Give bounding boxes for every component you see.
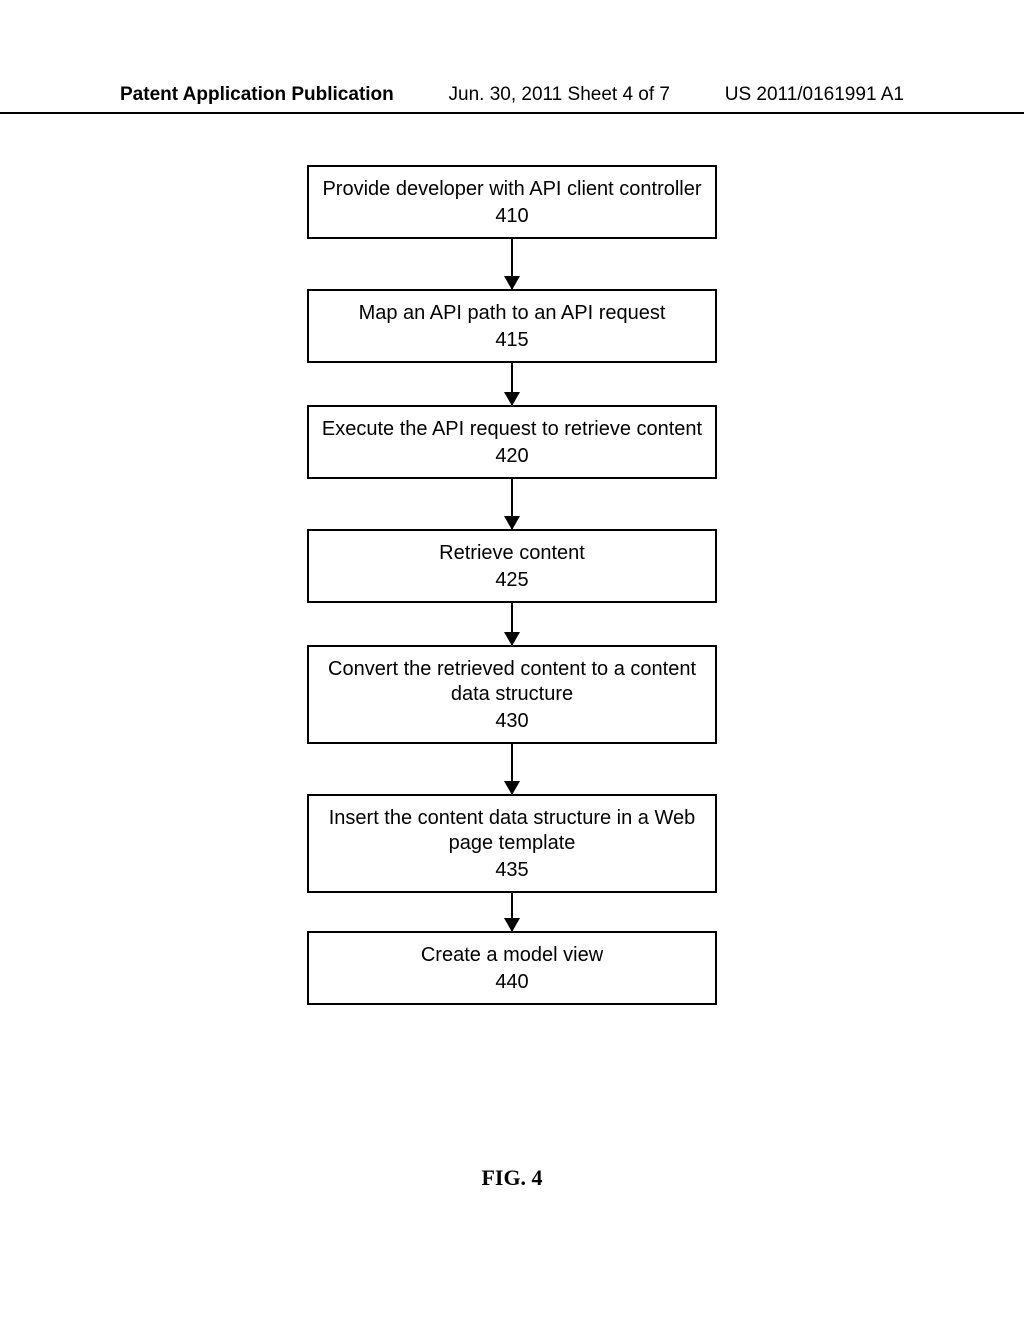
flow-step-num: 410 <box>317 204 707 229</box>
header-pub-number: US 2011/0161991 A1 <box>725 84 904 106</box>
arrow-icon <box>511 239 513 289</box>
figure-label: FIG. 4 <box>0 1165 1024 1191</box>
arrow-icon <box>511 744 513 794</box>
flow-step-425: Retrieve content 425 <box>307 529 717 603</box>
flow-step-text: Create a model view <box>421 944 603 966</box>
flow-step-410: Provide developer with API client contro… <box>307 165 717 239</box>
arrow-icon <box>511 479 513 529</box>
flow-step-text: Insert the content data structure in a W… <box>329 807 696 854</box>
page-header: Patent Application Publication Jun. 30, … <box>0 84 1024 114</box>
flowchart: Provide developer with API client contro… <box>0 165 1024 1005</box>
flow-step-text: Map an API path to an API request <box>359 302 666 324</box>
arrow-icon <box>511 363 513 405</box>
header-publication: Patent Application Publication <box>120 84 394 106</box>
flow-step-num: 430 <box>317 709 707 734</box>
flow-step-415: Map an API path to an API request 415 <box>307 289 717 363</box>
flow-step-num: 435 <box>317 858 707 883</box>
arrow-icon <box>511 893 513 931</box>
header-date-sheet: Jun. 30, 2011 Sheet 4 of 7 <box>449 84 671 106</box>
flow-step-440: Create a model view 440 <box>307 931 717 1005</box>
flow-step-num: 420 <box>317 444 707 469</box>
flow-step-num: 440 <box>317 970 707 995</box>
flow-step-420: Execute the API request to retrieve cont… <box>307 405 717 479</box>
flow-step-text: Retrieve content <box>439 542 585 564</box>
arrow-icon <box>511 603 513 645</box>
flow-step-text: Provide developer with API client contro… <box>322 178 701 200</box>
flow-step-text: Convert the retrieved content to a conte… <box>328 658 696 705</box>
flow-step-text: Execute the API request to retrieve cont… <box>322 418 702 440</box>
flow-step-430: Convert the retrieved content to a conte… <box>307 645 717 744</box>
flow-step-num: 425 <box>317 568 707 593</box>
flow-step-num: 415 <box>317 328 707 353</box>
flow-step-435: Insert the content data structure in a W… <box>307 794 717 893</box>
